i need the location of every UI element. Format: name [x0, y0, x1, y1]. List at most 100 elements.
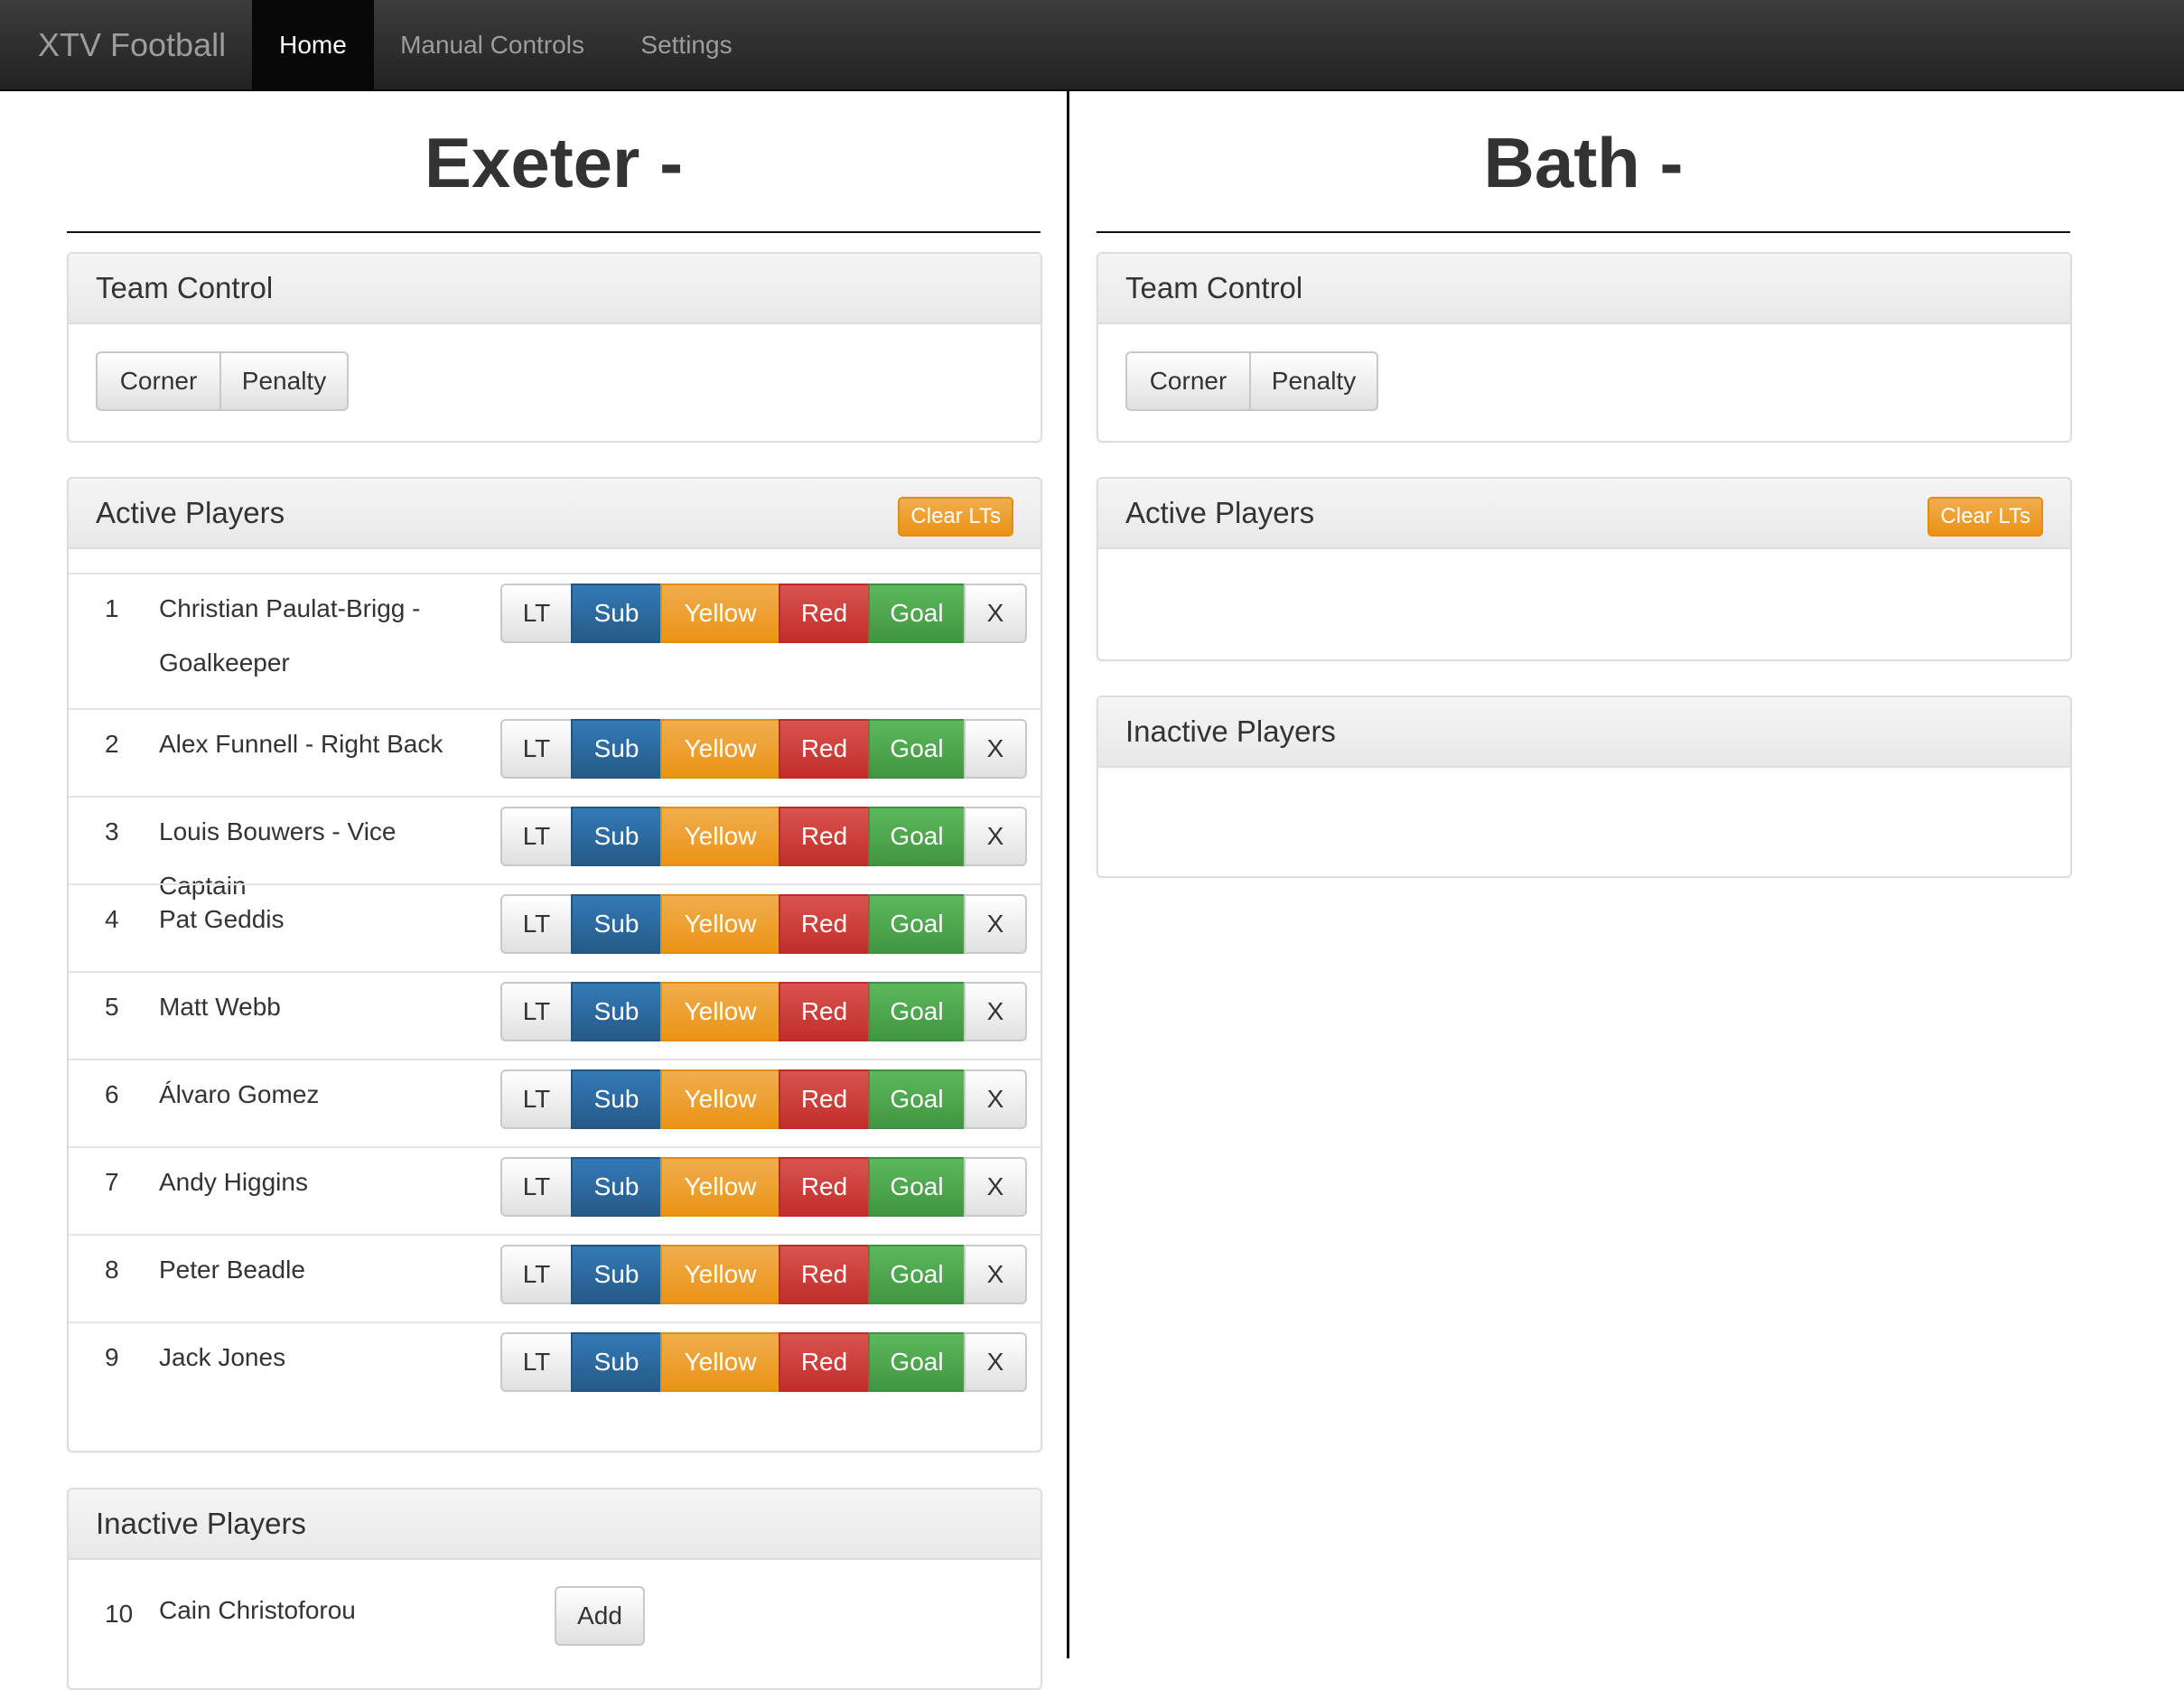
- player-name: Matt Webb: [159, 993, 281, 1021]
- remove-player-button[interactable]: X: [964, 1332, 1027, 1392]
- player-row: 6 Álvaro Gomez LT Sub Yellow Red Goal X: [69, 1059, 1041, 1146]
- goal-button[interactable]: Goal: [868, 982, 966, 1041]
- red-card-button[interactable]: Red: [779, 807, 870, 866]
- home-team-control-panel: Team Control Corner Penalty: [67, 252, 1042, 443]
- player-name: Jack Jones: [159, 1343, 286, 1371]
- player-name: Peter Beadle: [159, 1256, 305, 1284]
- away-clear-lts-button[interactable]: Clear LTs: [1927, 497, 2043, 537]
- sub-button[interactable]: Sub: [571, 982, 662, 1041]
- yellow-card-button[interactable]: Yellow: [660, 894, 780, 954]
- remove-player-button[interactable]: X: [964, 982, 1027, 1041]
- away-active-players-panel: Active Players Clear LTs: [1097, 477, 2072, 661]
- player-row: 7 Andy Higgins LT Sub Yellow Red Goal X: [69, 1146, 1041, 1234]
- yellow-card-button[interactable]: Yellow: [660, 1069, 780, 1129]
- lt-button[interactable]: LT: [500, 807, 573, 866]
- away-team-control-panel: Team Control Corner Penalty: [1097, 252, 2072, 443]
- home-inactive-players-panel: Inactive Players 10 Cain Christoforou Ad…: [67, 1488, 1042, 1690]
- remove-player-button[interactable]: X: [964, 1245, 1027, 1304]
- red-card-button[interactable]: Red: [779, 584, 870, 643]
- goal-button[interactable]: Goal: [868, 1069, 966, 1129]
- yellow-card-button[interactable]: Yellow: [660, 807, 780, 866]
- sub-button[interactable]: Sub: [571, 584, 662, 643]
- column-divider: [1067, 89, 1069, 1658]
- lt-button[interactable]: LT: [500, 982, 573, 1041]
- red-card-button[interactable]: Red: [779, 1069, 870, 1129]
- sub-button[interactable]: Sub: [571, 1245, 662, 1304]
- home-title-rule: [67, 231, 1041, 233]
- top-navbar: XTV Football Home Manual Controls Settin…: [0, 0, 2184, 91]
- panel-heading: Team Control: [69, 254, 1041, 324]
- remove-player-button[interactable]: X: [964, 584, 1027, 643]
- red-card-button[interactable]: Red: [779, 982, 870, 1041]
- player-action-buttons: LT Sub Yellow Red Goal X: [500, 982, 1027, 1041]
- nav-settings[interactable]: Settings: [623, 0, 750, 89]
- goal-button[interactable]: Goal: [868, 1332, 966, 1392]
- sub-button[interactable]: Sub: [571, 894, 662, 954]
- away-penalty-button[interactable]: Penalty: [1249, 351, 1378, 411]
- yellow-card-button[interactable]: Yellow: [660, 1245, 780, 1304]
- add-player-button[interactable]: Add: [555, 1586, 645, 1646]
- panel-title: Active Players: [1125, 496, 1315, 529]
- yellow-card-button[interactable]: Yellow: [660, 1332, 780, 1392]
- red-card-button[interactable]: Red: [779, 1245, 870, 1304]
- player-row: 8 Peter Beadle LT Sub Yellow Red Goal X: [69, 1234, 1041, 1321]
- player-number: 5: [105, 993, 119, 1021]
- player-number: 6: [105, 1080, 119, 1108]
- player-name: Alex Funnell - Right Back: [159, 730, 443, 758]
- away-corner-button[interactable]: Corner: [1125, 351, 1251, 411]
- player-number: 3: [105, 817, 119, 845]
- sub-button[interactable]: Sub: [571, 1069, 662, 1129]
- player-number: 4: [105, 905, 119, 933]
- sub-button[interactable]: Sub: [571, 1332, 662, 1392]
- panel-heading: Active Players Clear LTs: [69, 479, 1041, 549]
- sub-button[interactable]: Sub: [571, 1157, 662, 1217]
- nav-home[interactable]: Home: [252, 0, 374, 89]
- red-card-button[interactable]: Red: [779, 1332, 870, 1392]
- player-action-buttons: LT Sub Yellow Red Goal X: [500, 1332, 1027, 1392]
- away-team-title: Bath -: [1483, 123, 1684, 202]
- lt-button[interactable]: LT: [500, 584, 573, 643]
- lt-button[interactable]: LT: [500, 719, 573, 779]
- inactive-player-name: Cain Christoforou: [159, 1596, 356, 1624]
- brand-logo[interactable]: XTV Football: [38, 0, 226, 89]
- player-row: 2 Alex Funnell - Right Back LT Sub Yellow Red…: [69, 708, 1041, 796]
- player-row: 3 Louis Bouwers - Vice Captain LT Sub Yellow…: [69, 796, 1041, 900]
- home-penalty-button[interactable]: Penalty: [219, 351, 349, 411]
- home-team-title: Exeter -: [424, 123, 684, 202]
- goal-button[interactable]: Goal: [868, 1245, 966, 1304]
- yellow-card-button[interactable]: Yellow: [660, 982, 780, 1041]
- remove-player-button[interactable]: X: [964, 1157, 1027, 1217]
- goal-button[interactable]: Goal: [868, 719, 966, 779]
- yellow-card-button[interactable]: Yellow: [660, 1157, 780, 1217]
- red-card-button[interactable]: Red: [779, 1157, 870, 1217]
- player-action-buttons: LT Sub Yellow Red Goal X: [500, 1245, 1027, 1304]
- home-corner-button[interactable]: Corner: [96, 351, 221, 411]
- home-clear-lts-button[interactable]: Clear LTs: [898, 497, 1013, 537]
- lt-button[interactable]: LT: [500, 1245, 573, 1304]
- remove-player-button[interactable]: X: [964, 1069, 1027, 1129]
- player-row: 1 Christian Paulat-Brigg - Goalkeeper LT Su…: [69, 573, 1041, 708]
- nav-manual-controls[interactable]: Manual Controls: [384, 0, 601, 89]
- lt-button[interactable]: LT: [500, 1069, 573, 1129]
- home-team-control-buttons: Corner Penalty: [96, 351, 349, 411]
- remove-player-button[interactable]: X: [964, 894, 1027, 954]
- lt-button[interactable]: LT: [500, 894, 573, 954]
- sub-button[interactable]: Sub: [571, 807, 662, 866]
- goal-button[interactable]: Goal: [868, 894, 966, 954]
- panel-title: Inactive Players: [96, 1507, 306, 1540]
- remove-player-button[interactable]: X: [964, 807, 1027, 866]
- goal-button[interactable]: Goal: [868, 584, 966, 643]
- panel-heading: Team Control: [1098, 254, 2070, 324]
- player-action-buttons: LT Sub Yellow Red Goal X: [500, 807, 1027, 866]
- lt-button[interactable]: LT: [500, 1157, 573, 1217]
- yellow-card-button[interactable]: Yellow: [660, 719, 780, 779]
- goal-button[interactable]: Goal: [868, 807, 966, 866]
- remove-player-button[interactable]: X: [964, 719, 1027, 779]
- sub-button[interactable]: Sub: [571, 719, 662, 779]
- red-card-button[interactable]: Red: [779, 719, 870, 779]
- red-card-button[interactable]: Red: [779, 894, 870, 954]
- goal-button[interactable]: Goal: [868, 1157, 966, 1217]
- yellow-card-button[interactable]: Yellow: [660, 584, 780, 643]
- player-action-buttons: LT Sub Yellow Red Goal X: [500, 894, 1027, 954]
- lt-button[interactable]: LT: [500, 1332, 573, 1392]
